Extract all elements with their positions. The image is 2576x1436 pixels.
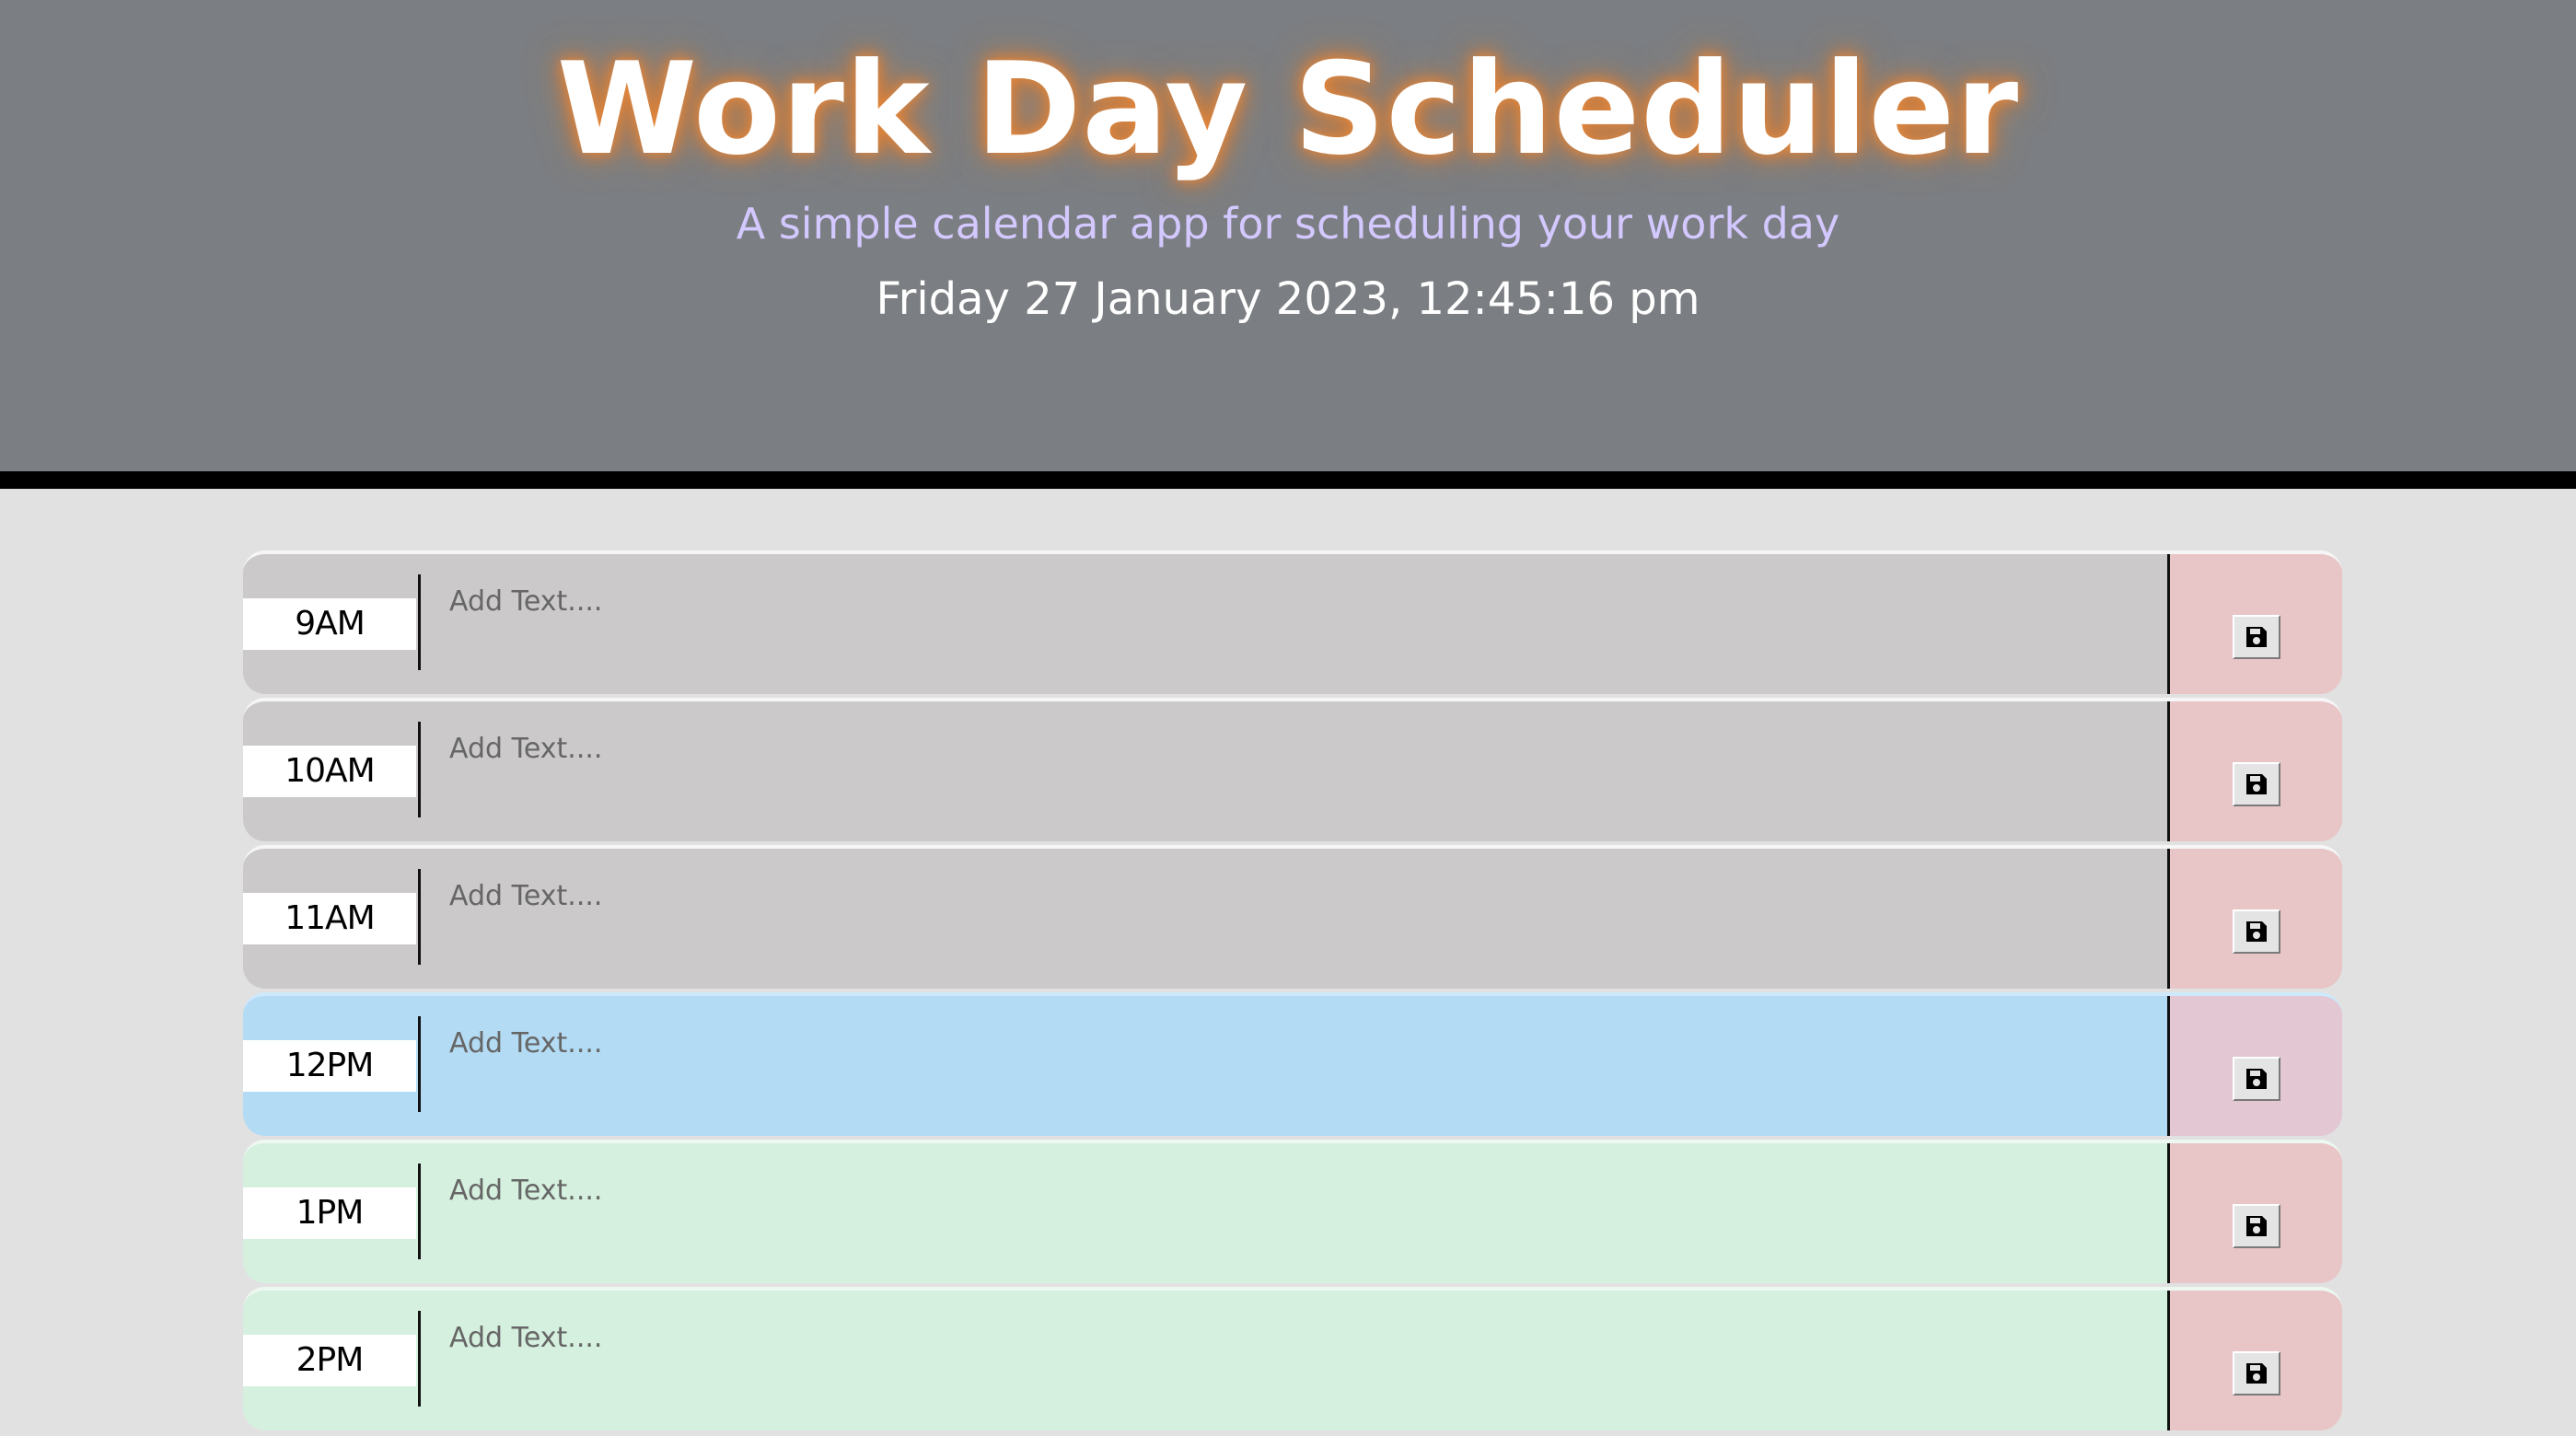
event-text-input[interactable]	[422, 996, 2342, 1136]
save-button[interactable]	[2233, 762, 2280, 806]
page-subtitle: A simple calendar app for scheduling you…	[736, 199, 1840, 249]
hour-label: 11AM	[243, 893, 416, 944]
event-text-input[interactable]	[422, 849, 2342, 989]
time-block-12pm: 12PM	[243, 992, 2342, 1136]
floppy-disk-icon	[2246, 774, 2267, 794]
hour-divider	[418, 1164, 421, 1259]
hour-label: 12PM	[243, 1040, 416, 1092]
current-datetime: Friday 27 January 2023, 12:45:16 pm	[876, 273, 1700, 325]
save-cell	[2167, 701, 2342, 841]
floppy-disk-icon	[2246, 1363, 2267, 1384]
hour-label: 10AM	[243, 746, 416, 797]
hour-divider	[418, 574, 421, 670]
save-cell	[2167, 1291, 2342, 1430]
save-cell	[2167, 996, 2342, 1136]
save-button[interactable]	[2233, 1204, 2280, 1248]
save-cell	[2167, 1143, 2342, 1283]
floppy-disk-icon	[2246, 627, 2267, 647]
hour-label: 9AM	[243, 598, 416, 650]
time-block-2pm: 2PM	[243, 1287, 2342, 1430]
page-title: Work Day Scheduler	[556, 35, 2020, 183]
save-button[interactable]	[2233, 909, 2280, 954]
event-text-input[interactable]	[422, 1143, 2342, 1283]
time-block-11am: 11AM	[243, 845, 2342, 989]
hour-divider	[418, 1311, 421, 1407]
hour-divider	[418, 1016, 421, 1112]
save-cell	[2167, 554, 2342, 694]
event-text-input[interactable]	[422, 554, 2342, 694]
floppy-disk-icon	[2246, 1216, 2267, 1236]
event-text-input[interactable]	[422, 1291, 2342, 1430]
schedule-container: 9AM 10AM	[243, 550, 2342, 1434]
floppy-disk-icon	[2246, 921, 2267, 942]
hour-divider	[418, 869, 421, 965]
save-cell	[2167, 849, 2342, 989]
event-text-input[interactable]	[422, 701, 2342, 841]
page-header: Work Day Scheduler A simple calendar app…	[0, 0, 2576, 489]
time-block-10am: 10AM	[243, 698, 2342, 841]
save-button[interactable]	[2233, 1351, 2280, 1395]
save-button[interactable]	[2233, 1057, 2280, 1101]
floppy-disk-icon	[2246, 1069, 2267, 1089]
time-block-1pm: 1PM	[243, 1140, 2342, 1283]
hour-label: 2PM	[243, 1335, 416, 1386]
time-block-9am: 9AM	[243, 550, 2342, 694]
save-button[interactable]	[2233, 615, 2280, 659]
hour-label: 1PM	[243, 1187, 416, 1239]
hour-divider	[418, 722, 421, 817]
